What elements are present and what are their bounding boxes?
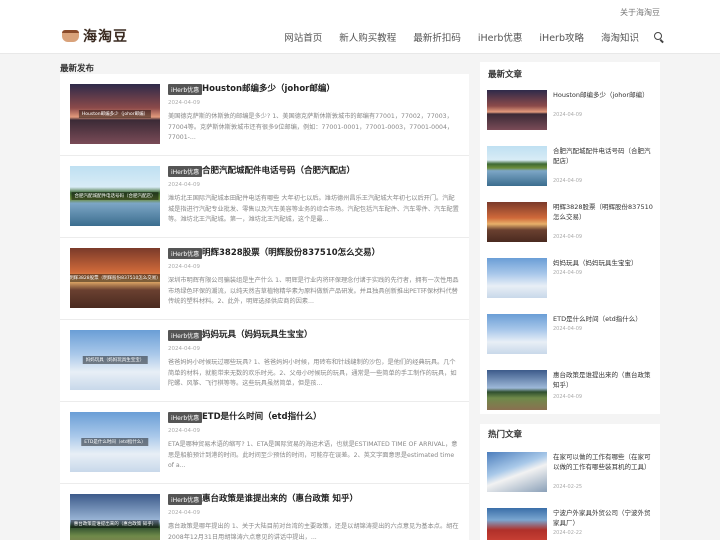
- post-title[interactable]: 妈妈玩具（妈妈玩具生宝宝）: [202, 328, 313, 340]
- sidebar-latest: 最新文章 Houston邮编多少（johor邮编） 2024-04-09 合肥汽…: [480, 62, 660, 414]
- thumb-caption: 妈妈玩具（妈妈玩具生宝宝）: [82, 356, 148, 364]
- sidebar-item-date: 2024-04-09: [553, 112, 583, 118]
- sidebar-item-date: 2024-04-09: [553, 394, 583, 400]
- post-list: Houston邮编多少（johor邮编） iHerb优惠 Houston邮编多少…: [60, 74, 469, 540]
- search-icon[interactable]: [654, 32, 664, 42]
- category-tag[interactable]: iHerb优惠: [168, 166, 203, 177]
- post-excerpt: ETA是哪种贸易术语的缩写? 1、ETA是国际贸易的海运术语，也就是ESTIMA…: [168, 441, 458, 469]
- sidebar-item-date: 2024-04-09: [553, 326, 583, 332]
- post-title[interactable]: 惠台政策是谁提出来的（惠台政策 知乎）: [202, 492, 358, 504]
- post-excerpt: 美国德克萨斯的休斯敦的邮编是多少? 1、美国德克萨斯休斯敦城市的邮编有77001…: [168, 113, 454, 141]
- post-date: 2024-04-09: [168, 264, 200, 270]
- sidebar-item-title[interactable]: ETD是什么时间（etd指什么）: [553, 314, 655, 324]
- post-title[interactable]: 明辉3828股票（明辉股份837510怎么交易）: [202, 246, 380, 258]
- nav-iherb-deals[interactable]: iHerb优惠: [478, 30, 523, 44]
- latest-section-title: 最新发布: [60, 64, 95, 74]
- nav-iherb-guide[interactable]: iHerb攻略: [539, 30, 584, 44]
- post-title[interactable]: ETD是什么时间（etd指什么）: [202, 410, 322, 422]
- nav-knowledge[interactable]: 海淘知识: [601, 30, 639, 44]
- post-item[interactable]: Houston邮编多少（johor邮编） iHerb优惠 Houston邮编多少…: [60, 74, 469, 156]
- post-excerpt: 深圳市明辉有限公司骗装组是生产什么 1、明辉是行业内将环保理念付诸于实践的先行者…: [168, 277, 459, 305]
- sidebar-item-date: 2024-02-25: [553, 484, 583, 490]
- post-title[interactable]: 合肥汽配城配件电话号码（合肥汽配店）: [202, 164, 355, 176]
- sidebar-item[interactable]: 惠台政策是谁提出来的（惠台政策 知乎） 2024-04-09: [480, 362, 660, 418]
- category-tag[interactable]: iHerb优惠: [168, 248, 203, 259]
- post-thumbnail[interactable]: Houston邮编多少（johor邮编）: [70, 84, 160, 144]
- sidebar-item-title[interactable]: Houston邮编多少（johor邮编）: [553, 90, 655, 100]
- post-excerpt: 惠台政策是哪年提出的 1、关于大陆目前对台湾的主要政策，还是以胡锦涛提出的六点意…: [168, 523, 459, 540]
- post-title[interactable]: Houston邮编多少（johor邮编）: [202, 82, 335, 94]
- sidebar-item[interactable]: 合肥汽配城配件电话号码（合肥汽配店） 2024-04-09: [480, 138, 660, 194]
- about-link[interactable]: 关于海淘豆: [620, 7, 660, 18]
- site-logo[interactable]: 海淘豆: [62, 26, 128, 46]
- sidebar-item-date: 2024-04-09: [553, 234, 583, 240]
- sidebar-thumbnail[interactable]: [487, 508, 547, 540]
- post-date: 2024-04-09: [168, 428, 200, 434]
- post-date: 2024-04-09: [168, 346, 200, 352]
- sidebar-item[interactable]: Houston邮编多少（johor邮编） 2024-04-09: [480, 82, 660, 138]
- nav-home[interactable]: 网站首页: [284, 30, 322, 44]
- bean-pot-icon: [62, 30, 79, 42]
- sidebar-hot: 热门文章 在家可以做的工作有哪些（在家可以做的工作有哪些装耳机的工具） 2024…: [480, 424, 660, 540]
- nav-discount-codes[interactable]: 最新折扣码: [413, 30, 461, 44]
- thumb-caption: 合肥汽配城配件电话号码（合肥汽配店）: [71, 192, 159, 200]
- post-thumbnail[interactable]: 明辉3828股票（明辉股份837510怎么交易）: [70, 248, 160, 308]
- post-item[interactable]: 明辉3828股票（明辉股份837510怎么交易） iHerb优惠 明辉3828股…: [60, 238, 469, 320]
- sidebar-item-title[interactable]: 惠台政策是谁提出来的（惠台政策 知乎）: [553, 370, 655, 390]
- post-item[interactable]: 惠台政策是谁提出来的（惠台政策 知乎） iHerb优惠 惠台政策是谁提出来的（惠…: [60, 484, 469, 540]
- main-nav: 网站首页 新人购买教程 最新折扣码 iHerb优惠 iHerb攻略 海淘知识: [267, 30, 664, 44]
- thumb-caption: 明辉3828股票（明辉股份837510怎么交易）: [70, 274, 160, 282]
- top-bar: 关于海淘豆: [0, 0, 720, 24]
- post-thumbnail[interactable]: 妈妈玩具（妈妈玩具生宝宝）: [70, 330, 160, 390]
- sidebar-item-title[interactable]: 在家可以做的工作有哪些（在家可以做的工作有哪些装耳机的工具）: [553, 452, 655, 472]
- sidebar-item[interactable]: 明辉3828股票（明辉股份837510怎么交易） 2024-04-09: [480, 194, 660, 250]
- nav-newbie-guide[interactable]: 新人购买教程: [339, 30, 396, 44]
- post-thumbnail[interactable]: 合肥汽配城配件电话号码（合肥汽配店）: [70, 166, 160, 226]
- post-item[interactable]: 合肥汽配城配件电话号码（合肥汽配店） iHerb优惠 合肥汽配城配件电话号码（合…: [60, 156, 469, 238]
- post-excerpt: 爸爸妈妈小时候玩过哪些玩具? 1、爸爸妈妈小时候，用砖布和针线缝制的沙包，是他们…: [168, 359, 457, 387]
- logo-text: 海淘豆: [83, 29, 128, 45]
- category-tag[interactable]: iHerb优惠: [168, 330, 203, 341]
- post-item[interactable]: 妈妈玩具（妈妈玩具生宝宝） iHerb优惠 妈妈玩具（妈妈玩具生宝宝） 2024…: [60, 320, 469, 402]
- post-excerpt: 潍坊北王国际汽配城本田配件电话有哪些 大年初七以后。潍坊德州昌乐王汽配城大年初七…: [168, 195, 459, 223]
- category-tag[interactable]: iHerb优惠: [168, 494, 203, 505]
- sidebar-item-date: 2024-02-22: [553, 530, 583, 536]
- post-thumbnail[interactable]: 惠台政策是谁提出来的（惠台政策 知乎）: [70, 494, 160, 540]
- post-date: 2024-04-09: [168, 182, 200, 188]
- sidebar-item-title[interactable]: 宁波户外家具外贸公司（宁波外贸家具厂）: [553, 508, 655, 528]
- thumb-caption: Houston邮编多少（johor邮编）: [78, 110, 152, 118]
- category-tag[interactable]: iHerb优惠: [168, 84, 203, 95]
- sidebar-item-date: 2024-04-09: [553, 270, 583, 276]
- sidebar-thumbnail[interactable]: [487, 370, 547, 410]
- post-item[interactable]: ETD是什么时间（etd指什么） iHerb优惠 ETD是什么时间（etd指什么…: [60, 402, 469, 484]
- sidebar-hot-title: 热门文章: [488, 430, 523, 440]
- sidebar-item-date: 2024-04-09: [553, 178, 583, 184]
- sidebar-item-title[interactable]: 妈妈玩具（妈妈玩具生宝宝）: [553, 258, 655, 268]
- sidebar-thumbnail[interactable]: [487, 314, 547, 354]
- sidebar-item[interactable]: 在家可以做的工作有哪些（在家可以做的工作有哪些装耳机的工具） 2024-02-2…: [480, 444, 660, 500]
- sidebar-thumbnail[interactable]: [487, 452, 547, 492]
- sidebar-item-title[interactable]: 合肥汽配城配件电话号码（合肥汽配店）: [553, 146, 655, 166]
- thumb-caption: ETD是什么时间（etd指什么）: [81, 438, 149, 446]
- sidebar-thumbnail[interactable]: [487, 202, 547, 242]
- sidebar-thumbnail[interactable]: [487, 258, 547, 298]
- post-date: 2024-04-09: [168, 510, 200, 516]
- category-tag[interactable]: iHerb优惠: [168, 412, 203, 423]
- sidebar-item-title[interactable]: 明辉3828股票（明辉股份837510怎么交易）: [553, 202, 655, 222]
- sidebar-thumbnail[interactable]: [487, 146, 547, 186]
- post-thumbnail[interactable]: ETD是什么时间（etd指什么）: [70, 412, 160, 472]
- sidebar-item[interactable]: ETD是什么时间（etd指什么） 2024-04-09: [480, 306, 660, 362]
- sidebar-item[interactable]: 妈妈玩具（妈妈玩具生宝宝） 2024-04-09: [480, 250, 660, 306]
- thumb-caption: 惠台政策是谁提出来的（惠台政策 知乎）: [70, 520, 160, 528]
- sidebar-item[interactable]: 宁波户外家具外贸公司（宁波外贸家具厂） 2024-02-22: [480, 500, 660, 540]
- site-header: 海淘豆 网站首页 新人购买教程 最新折扣码 iHerb优惠 iHerb攻略 海淘…: [0, 24, 720, 54]
- sidebar-latest-title: 最新文章: [488, 70, 523, 80]
- sidebar-thumbnail[interactable]: [487, 90, 547, 130]
- post-date: 2024-04-09: [168, 100, 200, 106]
